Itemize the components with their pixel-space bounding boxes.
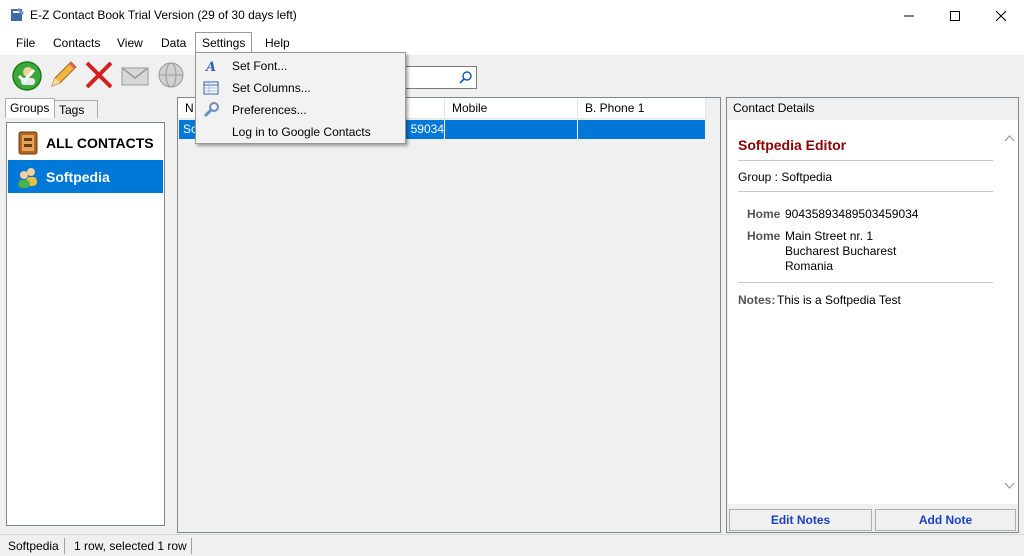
menu-item-label: Set Font... — [232, 59, 288, 73]
groups-list: ALL CONTACTS Softpedia — [6, 122, 165, 526]
contact-list: N Mobile B. Phone 1 So 59034 — [177, 97, 721, 533]
minimize-icon — [904, 15, 914, 16]
search-input[interactable] — [400, 66, 477, 89]
menu-help[interactable]: Help — [259, 33, 296, 53]
minimize-button[interactable] — [886, 0, 932, 31]
close-icon — [996, 10, 1006, 21]
add-note-button[interactable]: Add Note — [875, 509, 1016, 531]
tab-groups[interactable]: Groups — [5, 98, 55, 118]
menu-settings[interactable]: Settings — [195, 32, 253, 54]
menu-data[interactable]: Data — [155, 33, 192, 53]
menu-item-label: Log in to Google Contacts — [232, 125, 371, 139]
notes-label: Notes: — [738, 293, 776, 307]
column-header-mobile[interactable]: Mobile — [445, 98, 578, 119]
add-contact-button[interactable] — [10, 58, 44, 92]
contact-group: Group : Softpedia — [738, 170, 833, 184]
chevron-up-icon[interactable] — [1004, 134, 1015, 142]
menu-bar: File Contacts View Data Settings Help — [0, 31, 1024, 55]
email-button[interactable] — [118, 58, 152, 92]
details-scrollbar[interactable] — [1001, 120, 1018, 504]
delete-icon — [85, 61, 113, 89]
menu-item-preferences[interactable]: Preferences... — [198, 99, 403, 121]
notes-value: This is a Softpedia Test — [777, 293, 901, 307]
search-icon[interactable] — [459, 71, 472, 84]
divider — [738, 191, 993, 192]
edit-notes-button[interactable]: Edit Notes — [729, 509, 872, 531]
menu-item-google-login[interactable]: Log in to Google Contacts — [198, 121, 403, 143]
menu-item-label: Preferences... — [232, 103, 307, 117]
status-divider — [64, 538, 65, 554]
address-line2: Bucharest Bucharest — [785, 244, 897, 258]
status-group: Softpedia — [8, 539, 59, 553]
delete-contact-button[interactable] — [82, 58, 116, 92]
status-divider — [191, 538, 192, 554]
menu-item-set-columns[interactable]: Set Columns... — [198, 77, 403, 99]
toolbar — [0, 55, 1024, 94]
menu-contacts[interactable]: Contacts — [47, 33, 106, 53]
title-bar: E-Z Contact Book Trial Version (29 of 30… — [0, 0, 1024, 31]
phone-label: Home — [747, 207, 781, 221]
globe-icon — [158, 62, 184, 88]
contact-details-panel: Contact Details Softpedia Editor Group :… — [726, 97, 1019, 533]
window-title: E-Z Contact Book Trial Version (29 of 30… — [30, 8, 297, 22]
group-label: Softpedia — [46, 168, 110, 185]
cell-mobile — [445, 120, 578, 139]
font-icon: A — [204, 60, 216, 74]
menu-item-set-font[interactable]: A Set Font... — [198, 55, 403, 77]
column-header-b-phone-1[interactable]: B. Phone 1 — [578, 98, 706, 119]
envelope-icon — [121, 67, 149, 86]
pencil-icon — [51, 61, 77, 87]
address-line3: Romania — [785, 259, 834, 273]
details-title: Contact Details — [733, 101, 815, 115]
menu-view[interactable]: View — [111, 33, 149, 53]
menu-file[interactable]: File — [10, 33, 41, 53]
divider — [738, 282, 993, 283]
divider — [738, 160, 993, 161]
people-icon — [18, 167, 37, 188]
svg-text:A: A — [204, 60, 216, 74]
cell-b-phone-1 — [578, 120, 705, 139]
wrench-icon — [203, 102, 219, 118]
web-button[interactable] — [154, 58, 188, 92]
group-item-softpedia[interactable]: Softpedia — [8, 160, 163, 193]
details-body: Softpedia Editor Group : Softpedia Home … — [728, 120, 1018, 504]
maximize-icon — [950, 10, 960, 21]
contact-name: Softpedia Editor — [738, 137, 847, 153]
chevron-down-icon[interactable] — [1004, 482, 1015, 490]
address-book-icon — [18, 131, 38, 154]
columns-icon — [203, 81, 219, 95]
group-item-all-contacts[interactable]: ALL CONTACTS — [8, 126, 163, 159]
edit-contact-button[interactable] — [46, 58, 80, 92]
add-contact-icon — [12, 61, 42, 91]
group-label: ALL CONTACTS — [46, 134, 154, 151]
maximize-button[interactable] — [932, 0, 978, 31]
phone-value: 90435893489503459034 — [785, 207, 919, 221]
app-icon — [11, 8, 24, 21]
tab-tags[interactable]: Tags — [54, 100, 98, 118]
status-rows: 1 row, selected 1 row — [74, 539, 187, 553]
menu-item-label: Set Columns... — [232, 81, 311, 95]
status-bar: Softpedia 1 row, selected 1 row — [0, 534, 1024, 556]
close-button[interactable] — [978, 0, 1024, 31]
address-line1: Main Street nr. 1 — [785, 229, 874, 243]
settings-dropdown: A Set Font... Set Columns... Preferences… — [195, 52, 406, 144]
address-label: Home — [747, 229, 781, 243]
